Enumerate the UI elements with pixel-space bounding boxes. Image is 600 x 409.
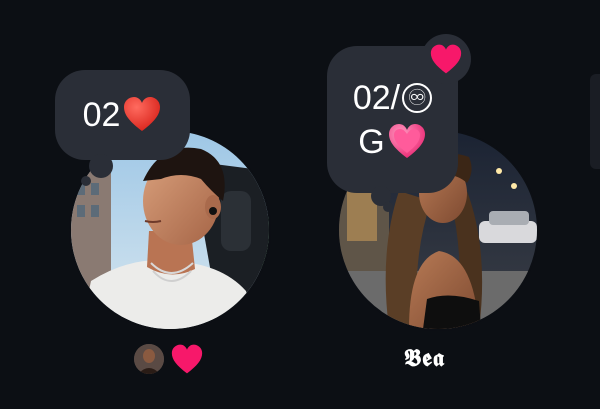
bubble-tail-dot: [89, 154, 113, 178]
note-text: G: [358, 122, 385, 161]
bubble-tail-dot: [81, 176, 91, 186]
notes-tray: 02 02/ ♾ G 𝕭𝖊𝖆: [0, 0, 600, 409]
note-bubble-1[interactable]: 02: [55, 70, 190, 186]
red-heart-icon: [124, 97, 161, 131]
username-2[interactable]: 𝕭𝖊𝖆: [404, 343, 445, 372]
infinity-icon: ♾: [402, 82, 433, 113]
next-note-edge[interactable]: [590, 74, 600, 169]
note-text: 02: [82, 95, 121, 134]
heart-icon: [430, 44, 462, 74]
note-line: 02: [83, 95, 163, 135]
note-line-1: 02/ ♾: [352, 76, 433, 120]
username-row-1[interactable]: [134, 343, 204, 375]
note-text: 02/: [352, 78, 401, 117]
note-line-2: G: [358, 120, 426, 164]
reaction-badge[interactable]: [421, 34, 471, 84]
bubble-tail-dot: [383, 202, 393, 212]
pink-heart-icon: [171, 344, 203, 374]
pink-heart-icon: [388, 123, 425, 158]
mini-avatar: [134, 344, 164, 374]
